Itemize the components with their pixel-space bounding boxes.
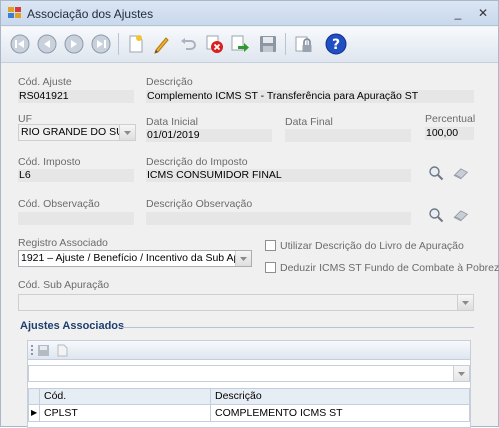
cod-observacao-field[interactable] bbox=[18, 212, 134, 225]
descricao-field[interactable]: Complemento ICMS ST - Transferência para… bbox=[146, 90, 474, 103]
toolbar-separator bbox=[118, 33, 119, 55]
chevron-down-icon bbox=[462, 300, 469, 305]
edit-pencil-icon bbox=[154, 37, 169, 54]
minimize-button[interactable]: _ bbox=[450, 6, 466, 20]
svg-text:?: ? bbox=[332, 37, 340, 53]
cod-ajuste-field[interactable]: RS041921 bbox=[18, 90, 134, 103]
desc-observacao-field[interactable] bbox=[146, 212, 411, 225]
cod-sub-apuracao-select[interactable] bbox=[18, 294, 474, 311]
search-imposto-icon[interactable] bbox=[427, 165, 445, 181]
sub-apuracao-dropdown-button[interactable] bbox=[457, 295, 473, 310]
lock-icon bbox=[295, 36, 312, 52]
lock-button[interactable] bbox=[293, 33, 315, 55]
delete-button[interactable] bbox=[203, 33, 225, 55]
table-row-descricao[interactable]: COMPLEMENTO ICMS ST bbox=[210, 405, 470, 422]
cod-sub-apuracao-label: Cód. Sub Apuração bbox=[18, 279, 110, 291]
uf-dropdown-button[interactable] bbox=[119, 125, 135, 140]
ajustes-associados-title: Ajustes Associados bbox=[20, 320, 125, 332]
cod-imposto-field[interactable]: L6 bbox=[18, 169, 134, 182]
percentual-label: Percentual bbox=[425, 113, 476, 125]
data-inicial-field[interactable]: 01/01/2019 bbox=[146, 129, 272, 142]
delete-icon bbox=[206, 35, 223, 53]
utilizar-descricao-label[interactable]: Utilizar Descrição do Livro de Apuração bbox=[280, 240, 464, 252]
descricao-label: Descrição bbox=[146, 76, 193, 88]
new-button[interactable] bbox=[125, 33, 147, 55]
window-title: Associação dos Ajustes bbox=[27, 7, 154, 21]
grid-save-icon[interactable] bbox=[37, 344, 50, 357]
registro-dropdown-button[interactable] bbox=[235, 251, 251, 266]
window: Associação dos Ajustes _ ✕ ? Cód. Ajuste… bbox=[0, 0, 499, 428]
grid-filter-dropdown-button[interactable] bbox=[453, 366, 469, 381]
edit-button[interactable] bbox=[151, 33, 173, 55]
table-row-cod[interactable]: CPLST bbox=[39, 405, 211, 422]
desc-imposto-field[interactable]: ICMS CONSUMIDOR FINAL bbox=[146, 169, 411, 182]
new-document-icon bbox=[129, 35, 143, 53]
desc-observacao-label: Descrição Observação bbox=[146, 198, 253, 210]
registro-associado-select[interactable]: 1921 – Ajuste / Benefício / Incentivo da… bbox=[18, 250, 252, 267]
toolbar: ? bbox=[1, 27, 498, 63]
desc-imposto-label: Descrição do Imposto bbox=[146, 156, 248, 168]
last-record-button[interactable] bbox=[90, 33, 112, 55]
chevron-down-icon bbox=[240, 256, 247, 261]
undo-button[interactable] bbox=[177, 33, 199, 55]
app-icon bbox=[8, 7, 21, 18]
grip-icon bbox=[31, 345, 33, 355]
grid-toolbar bbox=[28, 341, 470, 360]
toolbar-separator bbox=[285, 33, 286, 55]
deduzir-icms-checkbox[interactable] bbox=[265, 262, 276, 273]
next-record-icon bbox=[64, 34, 84, 54]
percentual-field[interactable]: 100,00 bbox=[425, 127, 474, 140]
uf-value: RIO GRANDE DO SUL bbox=[21, 126, 130, 138]
data-final-label: Data Final bbox=[285, 116, 333, 128]
help-icon: ? bbox=[325, 33, 347, 55]
grid-header-descricao[interactable]: Descrição bbox=[210, 388, 470, 405]
save-icon bbox=[260, 36, 276, 52]
uf-select[interactable]: RIO GRANDE DO SUL bbox=[18, 124, 136, 141]
next-record-button[interactable] bbox=[63, 33, 85, 55]
data-inicial-label: Data Inicial bbox=[146, 116, 198, 128]
cod-ajuste-label: Cód. Ajuste bbox=[18, 76, 72, 88]
previous-record-button[interactable] bbox=[36, 33, 58, 55]
first-record-button[interactable] bbox=[9, 33, 31, 55]
cod-observacao-label: Cód. Observação bbox=[18, 198, 100, 210]
chevron-down-icon bbox=[124, 130, 131, 135]
export-icon bbox=[231, 35, 249, 52]
first-record-icon bbox=[10, 34, 30, 54]
grid-header-cod[interactable]: Cód. bbox=[39, 388, 211, 405]
grid-new-icon[interactable] bbox=[56, 344, 69, 357]
cod-imposto-label: Cód. Imposto bbox=[18, 156, 81, 168]
last-record-icon bbox=[91, 34, 111, 54]
eraser-observacao-icon[interactable] bbox=[451, 207, 469, 223]
close-button[interactable]: ✕ bbox=[475, 6, 491, 20]
search-observacao-icon[interactable] bbox=[427, 207, 445, 223]
registro-associado-value: 1921 – Ajuste / Benefício / Incentivo da… bbox=[21, 252, 252, 264]
eraser-imposto-icon[interactable] bbox=[451, 165, 469, 181]
chevron-down-icon bbox=[458, 371, 465, 376]
registro-associado-label: Registro Associado bbox=[18, 237, 108, 249]
data-final-field[interactable] bbox=[285, 129, 411, 142]
deduzir-icms-label[interactable]: Deduzir ICMS ST Fundo de Combate à Pobre… bbox=[280, 262, 499, 274]
utilizar-descricao-checkbox[interactable] bbox=[265, 240, 276, 251]
title-bar: Associação dos Ajustes _ ✕ bbox=[1, 1, 498, 26]
export-button[interactable] bbox=[229, 33, 251, 55]
undo-icon bbox=[181, 38, 196, 50]
save-button[interactable] bbox=[257, 33, 279, 55]
grid-filter-combo[interactable] bbox=[28, 365, 470, 382]
section-divider bbox=[121, 327, 474, 328]
previous-record-icon bbox=[37, 34, 57, 54]
help-button[interactable]: ? bbox=[325, 33, 347, 55]
